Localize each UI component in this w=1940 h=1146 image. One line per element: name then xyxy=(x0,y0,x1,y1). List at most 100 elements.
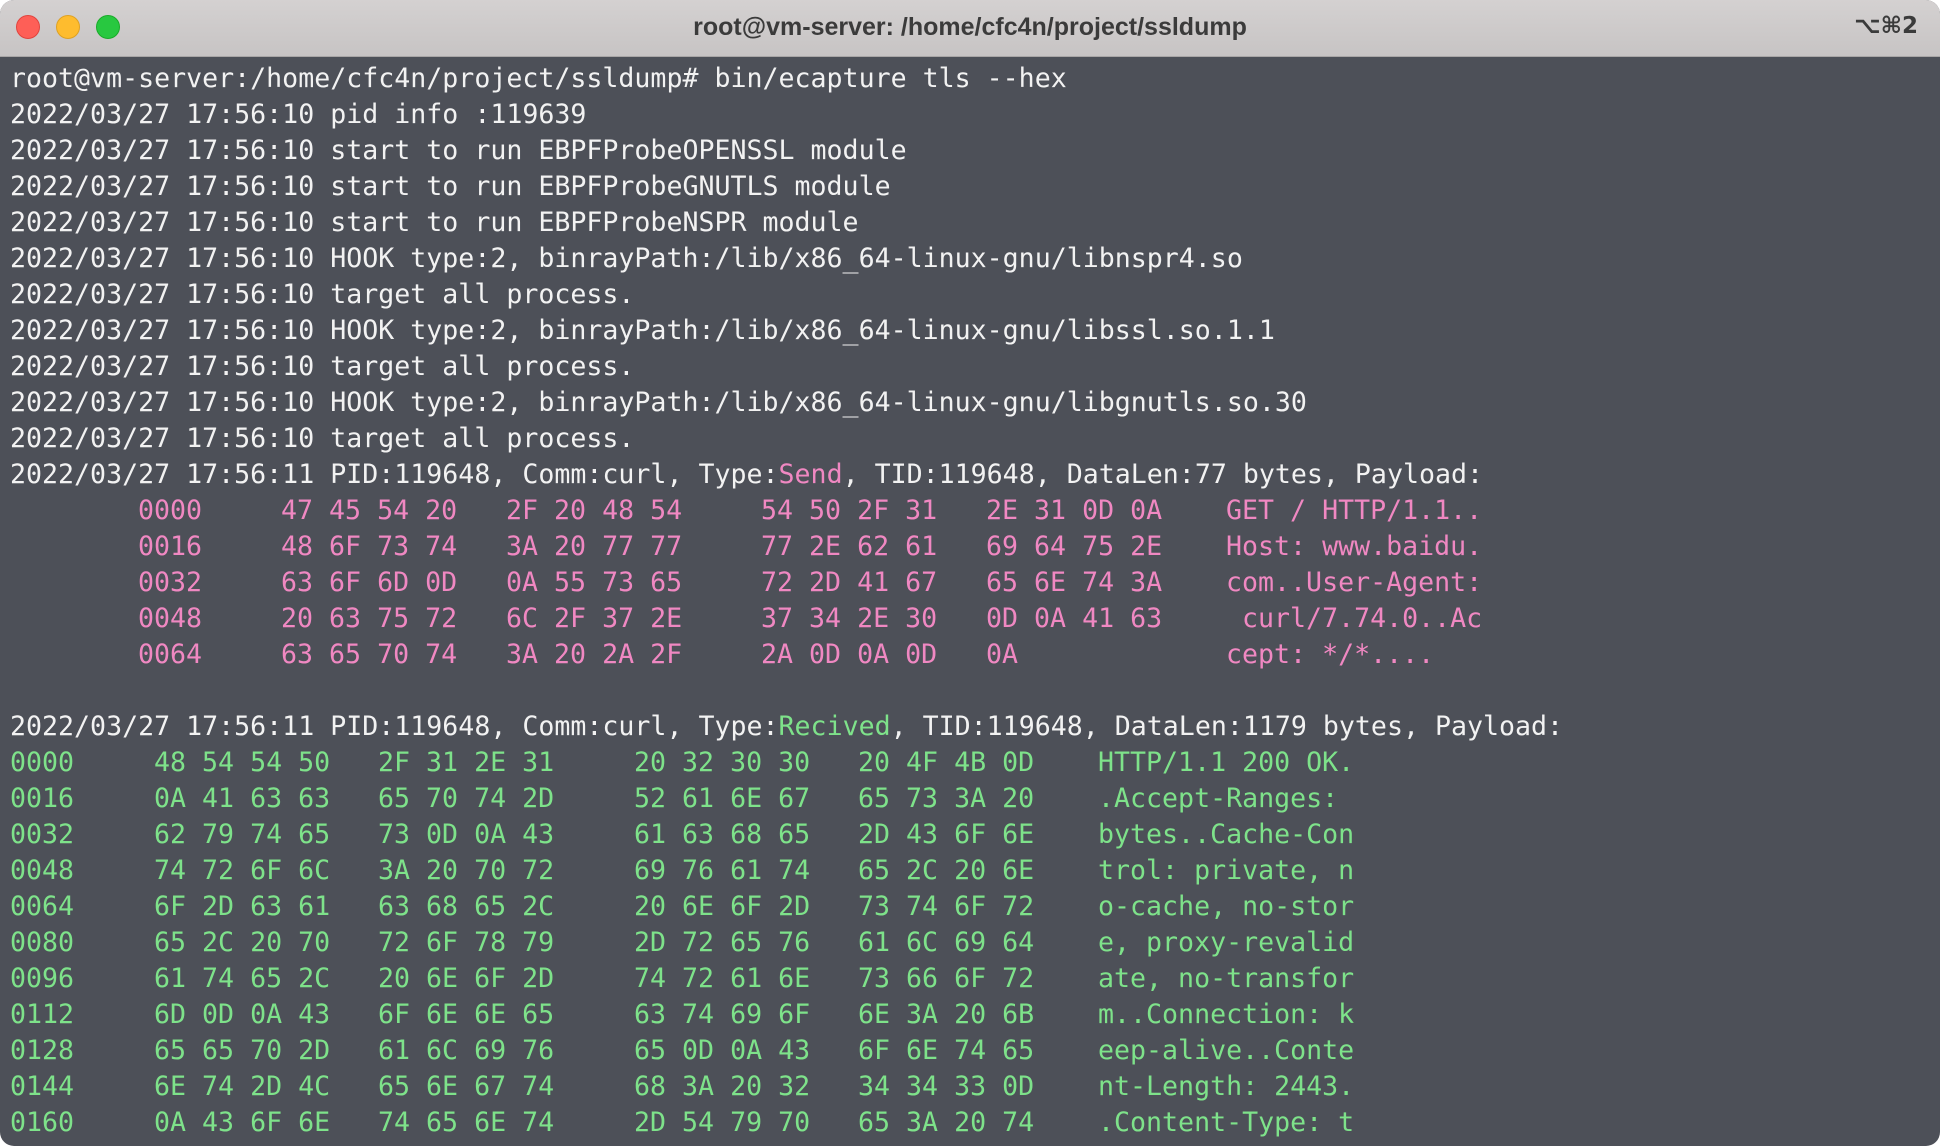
hex-ascii: nt-Length: 2443. xyxy=(1098,1071,1355,1102)
hex-group-3: 63 74 69 6F xyxy=(634,999,811,1030)
send-payload-hexdump: 0000 47 45 54 20 2F 20 48 54 54 50 2F 31 2E … xyxy=(10,493,1940,673)
hex-row: 0064 6F 2D 63 61 63 68 65 2C 20 6E 6F 2D 73 … xyxy=(10,889,1940,925)
hex-row: 0048 74 72 6F 6C 3A 20 70 72 69 76 61 74 65 … xyxy=(10,853,1940,889)
hex-row: 0016 48 6F 73 74 3A 20 77 77 77 2E 62 61 69 … xyxy=(10,529,1940,565)
window-title: root@vm-server: /home/cfc4n/project/ssld… xyxy=(693,13,1247,41)
hex-offset: 0048 xyxy=(138,603,203,634)
hex-ascii: .Content-Type: t xyxy=(1098,1107,1355,1138)
hex-offset: 0112 xyxy=(10,999,75,1030)
hex-group-1: 0A 43 6F 6E xyxy=(154,1107,331,1138)
recv-type-label: Recived xyxy=(778,711,891,742)
window-shortcut: ⌥⌘2 xyxy=(1854,13,1918,39)
log-line: 2022/03/27 17:56:10 HOOK type:2, binrayP… xyxy=(10,387,1307,418)
hex-group-3: 69 76 61 74 xyxy=(634,855,811,886)
hex-group-2: 2F 31 2E 31 xyxy=(378,747,555,778)
hex-group-3: 37 34 2E 30 xyxy=(761,603,938,634)
log-line: 2022/03/27 17:56:10 HOOK type:2, binrayP… xyxy=(10,315,1275,346)
hex-row: 0016 0A 41 63 63 65 70 74 2D 52 61 6E 67 65 … xyxy=(10,781,1940,817)
hex-group-4: 65 73 3A 20 xyxy=(858,783,1035,814)
hex-row: 0080 65 2C 20 70 72 6F 78 79 2D 72 65 76 61 … xyxy=(10,925,1940,961)
hex-group-4: 65 3A 20 74 xyxy=(858,1107,1035,1138)
hex-group-3: 2A 0D 0A 0D xyxy=(761,639,938,670)
hex-group-3: 20 6E 6F 2D xyxy=(634,891,811,922)
hex-group-4: 20 4F 4B 0D xyxy=(858,747,1035,778)
recv-event-header: 2022/03/27 17:56:11 PID:119648, Comm:cur… xyxy=(10,709,1940,745)
hex-offset: 0080 xyxy=(10,927,75,958)
hex-group-2: 65 70 74 2D xyxy=(378,783,555,814)
hex-offset: 0096 xyxy=(10,963,75,994)
send-type-label: Send xyxy=(778,459,843,490)
hex-group-2: 72 6F 78 79 xyxy=(378,927,555,958)
hex-row: 0000 47 45 54 20 2F 20 48 54 54 50 2F 31 2E … xyxy=(10,493,1940,529)
hex-group-3: 54 50 2F 31 xyxy=(761,495,938,526)
hex-group-1: 48 6F 73 74 xyxy=(281,531,458,562)
hex-ascii: Host: www.baidu. xyxy=(1226,531,1483,562)
command-line: root@vm-server:/home/cfc4n/project/ssldu… xyxy=(10,63,1067,94)
hex-group-3: 74 72 61 6E xyxy=(634,963,811,994)
hex-group-2: 65 6E 67 74 xyxy=(378,1071,555,1102)
hex-group-2: 0A 55 73 65 xyxy=(506,567,683,598)
log-line: 2022/03/27 17:56:10 start to run EBPFPro… xyxy=(10,207,859,238)
hex-group-2: 6C 2F 37 2E xyxy=(506,603,683,634)
send-event-prefix: 2022/03/27 17:56:11 PID:119648, Comm:cur… xyxy=(10,459,779,490)
hex-group-3: 68 3A 20 32 xyxy=(634,1071,811,1102)
log-line: 2022/03/27 17:56:10 pid info :119639 xyxy=(10,99,587,130)
hex-group-3: 2D 54 79 70 xyxy=(634,1107,811,1138)
hex-group-2: 6F 6E 6E 65 xyxy=(378,999,555,1030)
terminal-output[interactable]: root@vm-server:/home/cfc4n/project/ssldu… xyxy=(0,57,1940,1146)
hex-row: 0112 6D 0D 0A 43 6F 6E 6E 65 63 74 69 6F 6E … xyxy=(10,997,1940,1033)
hex-group-4: 73 66 6F 72 xyxy=(858,963,1035,994)
hex-group-1: 0A 41 63 63 xyxy=(154,783,331,814)
hex-ascii: curl/7.74.0..Ac xyxy=(1226,603,1483,634)
hex-offset: 0064 xyxy=(10,891,75,922)
hex-ascii: o-cache, no-stor xyxy=(1098,891,1355,922)
log-line: 2022/03/27 17:56:10 target all process. xyxy=(10,351,635,382)
hex-group-4: 65 6E 74 3A xyxy=(986,567,1163,598)
send-event-suffix: , TID:119648, DataLen:77 bytes, Payload: xyxy=(842,459,1484,490)
hex-ascii: e, proxy-revalid xyxy=(1098,927,1355,958)
hex-ascii: eep-alive..Conte xyxy=(1098,1035,1355,1066)
hex-group-2: 74 65 6E 74 xyxy=(378,1107,555,1138)
hex-ascii: ate, no-transfor xyxy=(1098,963,1355,994)
hex-group-1: 74 72 6F 6C xyxy=(154,855,331,886)
title-bar[interactable]: root@vm-server: /home/cfc4n/project/ssld… xyxy=(0,0,1940,57)
recv-event-suffix: , TID:119648, DataLen:1179 bytes, Payloa… xyxy=(890,711,1564,742)
hex-ascii: bytes..Cache-Con xyxy=(1098,819,1355,850)
hex-row: 0160 0A 43 6F 6E 74 65 6E 74 2D 54 79 70 65 … xyxy=(10,1105,1940,1141)
hex-group-2: 3A 20 77 77 xyxy=(506,531,683,562)
hex-ascii: trol: private, n xyxy=(1098,855,1355,886)
hex-offset: 0128 xyxy=(10,1035,75,1066)
terminal-window: root@vm-server: /home/cfc4n/project/ssld… xyxy=(0,0,1940,1146)
hex-offset: 0016 xyxy=(138,531,203,562)
hex-ascii: com..User-Agent: xyxy=(1226,567,1483,598)
hex-group-4: 65 2C 20 6E xyxy=(858,855,1035,886)
hex-offset: 0160 xyxy=(10,1107,75,1138)
hex-row: 0144 6E 74 2D 4C 65 6E 67 74 68 3A 20 32 34 … xyxy=(10,1069,1940,1105)
hex-group-4: 2D 43 6F 6E xyxy=(858,819,1035,850)
send-event-header: 2022/03/27 17:56:11 PID:119648, Comm:cur… xyxy=(10,457,1940,493)
log-line: 2022/03/27 17:56:10 target all process. xyxy=(10,279,635,310)
hex-group-3: 72 2D 41 67 xyxy=(761,567,938,598)
hex-group-1: 63 6F 6D 0D xyxy=(281,567,458,598)
hex-row: 0032 63 6F 6D 0D 0A 55 73 65 72 2D 41 67 65 … xyxy=(10,565,1940,601)
hex-ascii: .Accept-Ranges: xyxy=(1098,783,1355,814)
hex-group-2: 63 68 65 2C xyxy=(378,891,555,922)
hex-group-3: 2D 72 65 76 xyxy=(634,927,811,958)
hex-group-1: 62 79 74 65 xyxy=(154,819,331,850)
hex-offset: 0064 xyxy=(138,639,203,670)
hex-group-1: 6F 2D 63 61 xyxy=(154,891,331,922)
hex-group-1: 47 45 54 20 xyxy=(281,495,458,526)
hex-group-1: 6D 0D 0A 43 xyxy=(154,999,331,1030)
log-line: 2022/03/27 17:56:10 start to run EBPFPro… xyxy=(10,135,907,166)
hex-group-4: 6F 6E 74 65 xyxy=(858,1035,1035,1066)
hex-group-2: 61 6C 69 76 xyxy=(378,1035,555,1066)
hex-row: 0032 62 79 74 65 73 0D 0A 43 61 63 68 65 2D … xyxy=(10,817,1940,853)
hex-group-4: 61 6C 69 64 xyxy=(858,927,1035,958)
hex-group-4: 6E 3A 20 6B xyxy=(858,999,1035,1030)
hex-group-2: 2F 20 48 54 xyxy=(506,495,683,526)
hex-group-1: 65 2C 20 70 xyxy=(154,927,331,958)
hex-group-4: 34 34 33 0D xyxy=(858,1071,1035,1102)
hex-group-4: 69 64 75 2E xyxy=(986,531,1163,562)
log-line: 2022/03/27 17:56:10 start to run EBPFPro… xyxy=(10,171,891,202)
